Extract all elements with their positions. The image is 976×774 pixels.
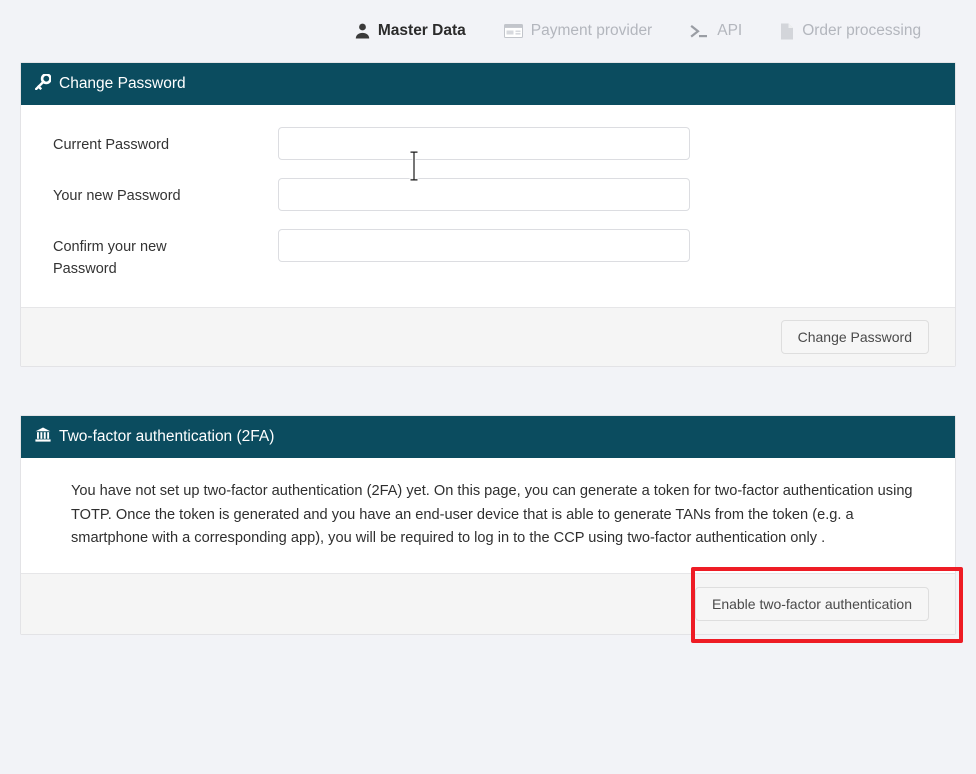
change-password-panel: Change Password Current Password Your ne… (20, 62, 956, 367)
two-factor-panel: Two-factor authentication (2FA) You have… (20, 415, 956, 635)
form-row-new-password: Your new Password (53, 178, 923, 211)
tab-label: Payment provider (531, 22, 652, 40)
key-icon (35, 74, 51, 95)
change-password-footer: Change Password (21, 307, 955, 366)
credit-card-icon (504, 24, 523, 38)
two-factor-header: Two-factor authentication (2FA) (21, 416, 955, 458)
two-factor-body: You have not set up two-factor authentic… (21, 458, 955, 573)
terminal-icon (690, 24, 709, 39)
enable-two-factor-button[interactable]: Enable two-factor authentication (695, 587, 929, 621)
tab-order-processing[interactable]: Order processing (761, 22, 940, 40)
tab-label: Order processing (802, 22, 921, 40)
current-password-input[interactable] (278, 127, 690, 160)
tab-label: Master Data (378, 22, 466, 40)
two-factor-description: You have not set up two-factor authentic… (51, 476, 925, 553)
two-factor-footer: Enable two-factor authentication (21, 573, 955, 634)
change-password-button[interactable]: Change Password (781, 320, 929, 354)
current-password-label: Current Password (53, 127, 278, 156)
change-password-form: Current Password Your new Password Confi… (21, 105, 955, 307)
form-row-current-password: Current Password (53, 127, 923, 160)
form-row-confirm-password: Confirm your new Password (53, 229, 923, 281)
tab-label: API (717, 22, 742, 40)
confirm-password-input[interactable] (278, 229, 690, 262)
document-icon (780, 23, 794, 40)
bank-icon (35, 427, 51, 447)
new-password-input[interactable] (278, 178, 690, 211)
panel-title: Change Password (59, 75, 186, 93)
new-password-label: Your new Password (53, 178, 278, 207)
panel-title: Two-factor authentication (2FA) (59, 428, 274, 446)
change-password-header: Change Password (21, 63, 955, 105)
tab-api[interactable]: API (671, 22, 761, 40)
main-navigation: Master Data Payment provider API (0, 0, 976, 62)
tab-master-data[interactable]: Master Data (336, 22, 485, 40)
tab-payment-provider[interactable]: Payment provider (485, 22, 671, 40)
user-icon (355, 23, 370, 39)
confirm-password-label: Confirm your new Password (53, 229, 278, 281)
